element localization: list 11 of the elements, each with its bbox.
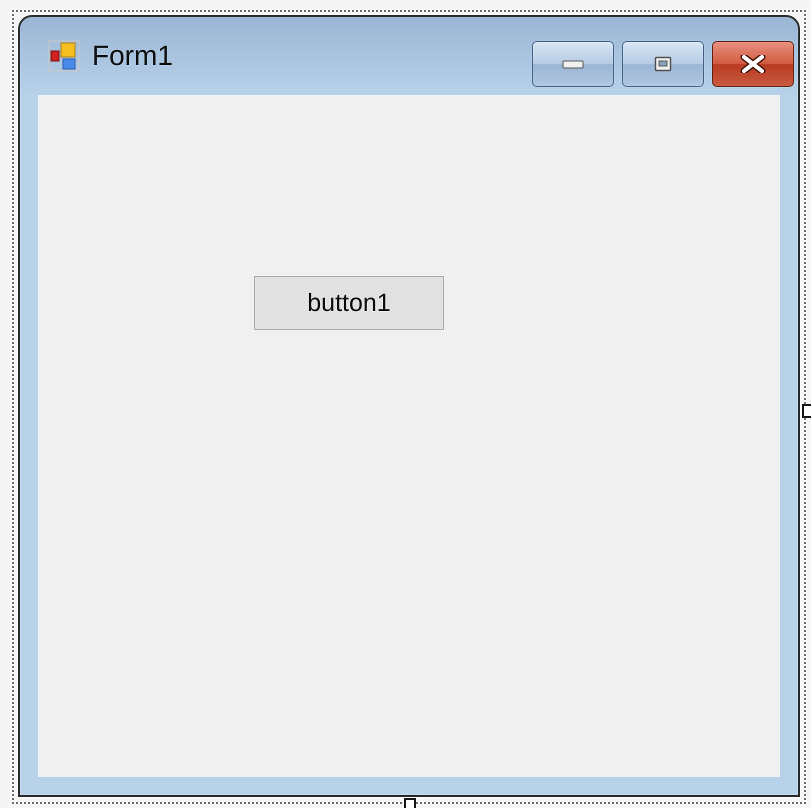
resize-handle[interactable] <box>404 798 416 808</box>
window-title: Form1 <box>92 40 173 72</box>
maximize-button[interactable] <box>622 41 704 87</box>
close-icon <box>739 55 767 73</box>
minimize-icon <box>562 59 584 69</box>
maximize-icon <box>654 56 672 72</box>
form-icon <box>48 40 80 72</box>
resize-handle[interactable] <box>802 404 811 418</box>
form-button[interactable]: button1 <box>254 276 444 330</box>
close-button[interactable] <box>712 41 794 87</box>
minimize-button[interactable] <box>532 41 614 87</box>
